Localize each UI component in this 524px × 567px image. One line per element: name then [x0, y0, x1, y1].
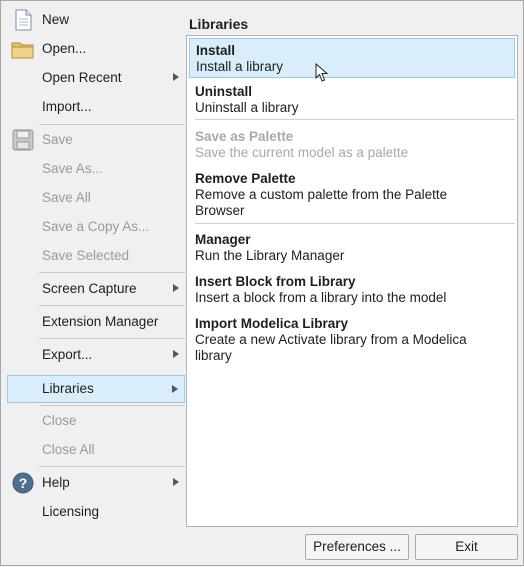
- panel-item-uninstall[interactable]: Uninstall Uninstall a library: [189, 80, 515, 119]
- panel-item-title: Save as Palette: [195, 129, 294, 144]
- submenu-arrow-icon: [173, 478, 179, 486]
- menu-separator: [39, 272, 185, 273]
- menu-open-recent-label: Open Recent: [42, 70, 122, 85]
- menu-libraries[interactable]: Libraries: [7, 375, 185, 403]
- panel-item-desc: Uninstall a library: [195, 100, 299, 115]
- menu-separator: [39, 405, 185, 406]
- menu-save-label: Save: [42, 132, 73, 147]
- menu-open[interactable]: Open...: [7, 36, 185, 62]
- new-document-icon: [15, 9, 32, 31]
- menu-save-selected[interactable]: Save Selected: [7, 243, 185, 269]
- libraries-panel: Install Install a library Uninstall Unin…: [186, 35, 518, 527]
- submenu-arrow-icon: [172, 385, 178, 393]
- panel-item-install[interactable]: Install Install a library: [189, 38, 515, 78]
- menu-help[interactable]: ? Help: [7, 470, 185, 496]
- menu-separator: [39, 124, 185, 125]
- panel-title: Libraries: [189, 16, 249, 32]
- menu-save-as[interactable]: Save As...: [7, 156, 185, 182]
- save-disk-icon: [12, 129, 34, 151]
- menu-extension-manager-label: Extension Manager: [42, 314, 159, 329]
- menu-save-all-label: Save All: [42, 190, 91, 205]
- menu-save-selected-label: Save Selected: [42, 248, 130, 263]
- menu-close-label: Close: [42, 413, 77, 428]
- menu-close[interactable]: Close: [7, 408, 185, 434]
- panel-item-title: Remove Palette: [195, 171, 296, 186]
- submenu-arrow-icon: [173, 284, 179, 292]
- panel-item-title: Manager: [195, 232, 251, 247]
- menu-import[interactable]: Import...: [7, 94, 185, 120]
- menu-screen-capture-label: Screen Capture: [42, 281, 137, 296]
- panel-item-desc: Install a library: [196, 59, 284, 74]
- menu-extension-manager[interactable]: Extension Manager: [7, 309, 185, 335]
- panel-item-title: Import Modelica Library: [195, 316, 349, 331]
- menu-import-label: Import...: [42, 99, 92, 114]
- panel-item-title: Insert Block from Library: [195, 274, 356, 289]
- svg-text:?: ?: [19, 475, 28, 491]
- menu-export-label: Export...: [42, 347, 93, 362]
- menu-separator: [39, 305, 185, 306]
- panel-item-desc: Insert a block from a library into the m…: [195, 290, 447, 305]
- menu-save-copy-as[interactable]: Save a Copy As...: [7, 214, 185, 240]
- menu-screen-capture[interactable]: Screen Capture: [7, 276, 185, 302]
- menu-new-label: New: [42, 12, 70, 27]
- preferences-button[interactable]: Preferences ...: [305, 534, 409, 560]
- panel-item-insert-block[interactable]: Insert Block from Library Insert a block…: [189, 270, 515, 309]
- menu-save-as-label: Save As...: [42, 161, 103, 176]
- panel-item-desc: Create a new Activate library from a Mod…: [195, 332, 467, 363]
- menu-separator: [39, 338, 185, 339]
- help-icon: ?: [12, 472, 34, 494]
- panel-item-desc: Remove a custom palette from the Palette…: [195, 187, 448, 218]
- menu-licensing[interactable]: Licensing: [7, 499, 185, 525]
- menu-save-all[interactable]: Save All: [7, 185, 185, 211]
- menu-open-label: Open...: [42, 41, 87, 56]
- menu-help-label: Help: [42, 475, 70, 490]
- menu-export[interactable]: Export...: [7, 342, 185, 368]
- file-menu: New Open... Open Recent Import... Save S…: [1, 1, 187, 567]
- exit-button[interactable]: Exit: [415, 534, 518, 560]
- open-folder-icon: [11, 42, 34, 59]
- panel-item-manager[interactable]: Manager Run the Library Manager: [189, 228, 515, 267]
- panel-separator: [195, 223, 515, 224]
- menu-save-copy-as-label: Save a Copy As...: [42, 219, 150, 234]
- panel-item-desc: Run the Library Manager: [195, 248, 345, 263]
- panel-item-import-modelica[interactable]: Import Modelica Library Create a new Act…: [189, 312, 515, 367]
- menu-separator: [39, 466, 185, 467]
- panel-item-title: Uninstall: [195, 84, 253, 99]
- panel-item-desc: Save the current model as a palette: [195, 145, 409, 160]
- panel-item-title: Install: [196, 43, 236, 58]
- panel-item-save-as-palette[interactable]: Save as Palette Save the current model a…: [189, 125, 515, 164]
- panel-item-remove-palette[interactable]: Remove Palette Remove a custom palette f…: [189, 167, 515, 222]
- menu-licensing-label: Licensing: [42, 504, 100, 519]
- mouse-cursor-icon: [315, 63, 329, 82]
- menu-open-recent[interactable]: Open Recent: [7, 65, 185, 91]
- panel-separator: [195, 119, 515, 120]
- submenu-arrow-icon: [173, 350, 179, 358]
- menu-close-all-label: Close All: [42, 442, 95, 457]
- menu-close-all[interactable]: Close All: [7, 437, 185, 463]
- submenu-arrow-icon: [173, 73, 179, 81]
- menu-new[interactable]: New: [7, 7, 185, 33]
- menu-save[interactable]: Save: [7, 127, 185, 153]
- menu-libraries-label: Libraries: [42, 381, 94, 396]
